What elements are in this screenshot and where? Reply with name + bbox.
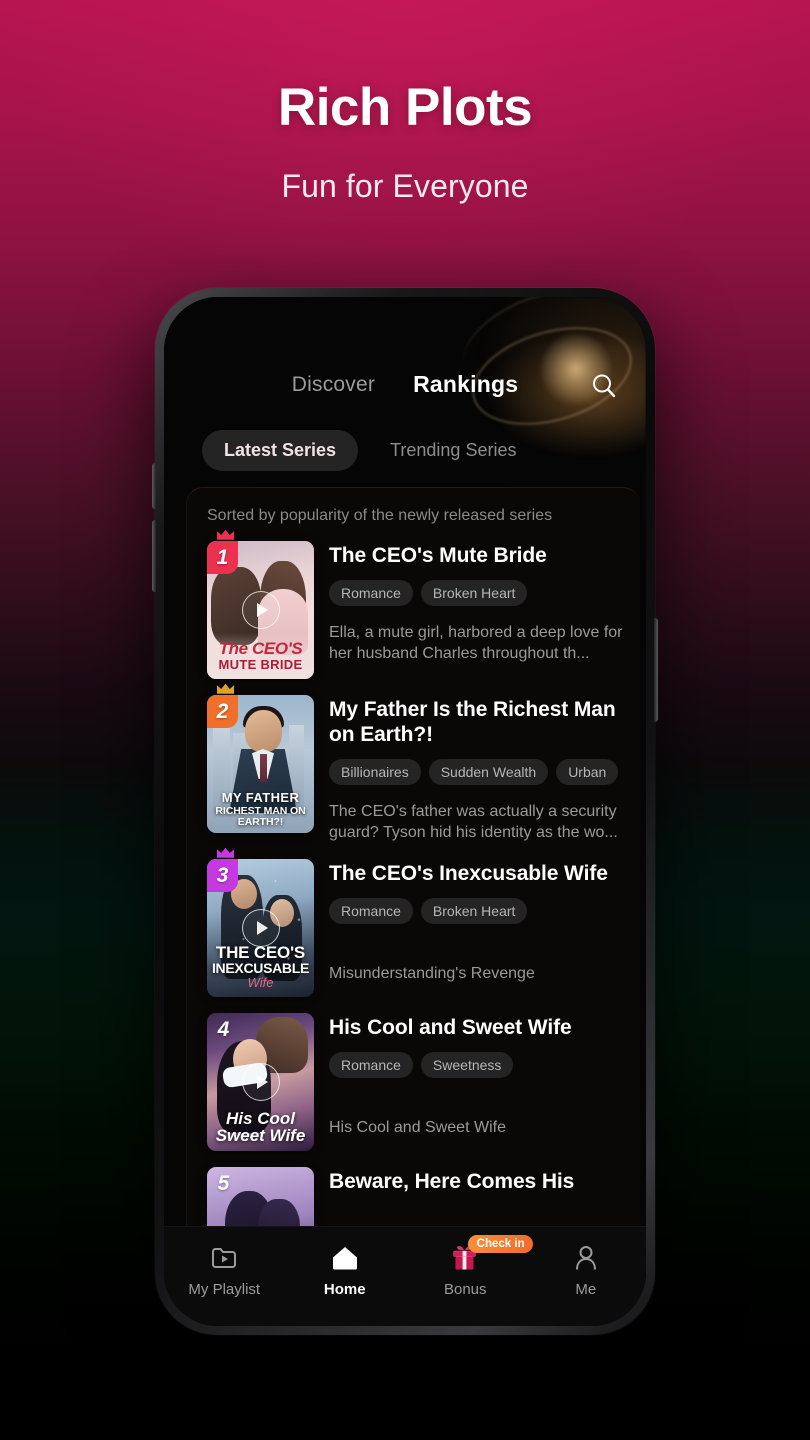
play-button[interactable] xyxy=(241,591,280,629)
nav-label: Bonus xyxy=(443,1281,487,1298)
poster-title-line: MY FATHER xyxy=(221,790,300,805)
series-tags: Billionaires Sudden Wealth Urban xyxy=(329,758,626,785)
home-icon xyxy=(331,1241,359,1275)
crown-icon xyxy=(216,529,235,540)
nav-item-me[interactable]: Me xyxy=(526,1237,647,1298)
rank-badge: 4 xyxy=(217,1017,230,1041)
tag-chip[interactable]: Romance xyxy=(329,897,413,924)
nav-label: Home xyxy=(323,1281,366,1298)
series-description: His Cool and Sweet Wife xyxy=(329,1118,506,1136)
tag-chip[interactable]: Broken Heart xyxy=(420,579,528,606)
list-item[interactable]: His Cool Sweet Wife 4 His Cool and Sweet… xyxy=(187,1009,640,1152)
series-thumbnail[interactable]: MY FATHER RICHEST MAN ON EARTH?! 2 xyxy=(207,695,314,833)
phone-device-frame: Discover Rankings Latest Series Trending… xyxy=(152,288,658,1335)
sorted-note: Sorted by popularity of the newly releas… xyxy=(207,507,553,524)
tag-chip[interactable]: Urban xyxy=(556,758,619,785)
volume-up-button[interactable] xyxy=(152,463,156,509)
series-info: The CEO's Mute Bride Romance Broken Hear… xyxy=(314,541,626,679)
tag-chip[interactable]: Broken Heart xyxy=(420,897,528,924)
series-thumbnail[interactable]: His Cool Sweet Wife 4 xyxy=(207,1013,314,1152)
check-in-badge[interactable]: Check in xyxy=(467,1235,533,1253)
tag-chip[interactable]: Billionaires xyxy=(329,758,421,785)
series-title: His Cool and Sweet Wife xyxy=(329,1016,572,1040)
tab-discover[interactable]: Discover xyxy=(292,373,375,397)
phone-screen-bezel: Discover Rankings Latest Series Trending… xyxy=(164,297,646,1326)
list-item[interactable]: MY FATHER RICHEST MAN ON EARTH?! 2 My Fa… xyxy=(187,683,640,843)
poster-title-line: MUTE BRIDE xyxy=(218,657,303,672)
person-icon xyxy=(572,1241,600,1275)
play-button[interactable] xyxy=(241,1063,280,1102)
page-title: Rich Plots xyxy=(277,78,533,137)
poster-title-line: His Cool xyxy=(226,1109,295,1129)
series-thumbnail[interactable]: The CEO'S MUTE BRIDE 1 xyxy=(207,541,314,679)
rank-badge: 2 xyxy=(207,695,238,728)
series-tags: Romance Broken Heart xyxy=(329,897,626,924)
series-tags: Romance Broken Heart xyxy=(329,579,626,606)
segment-latest-series[interactable]: Latest Series xyxy=(202,430,359,471)
series-info: My Father Is the Richest Man on Earth?! … xyxy=(314,695,626,843)
power-button[interactable] xyxy=(654,618,658,722)
series-description: Ella, a mute girl, harbored a deep love … xyxy=(329,623,623,663)
series-thumbnail[interactable]: THE CEO'S INEXCUSABLE Wife 3 xyxy=(207,859,314,998)
play-icon xyxy=(256,921,268,936)
play-icon xyxy=(256,1075,268,1090)
rank-badge: 3 xyxy=(207,859,238,893)
tag-chip[interactable]: Romance xyxy=(329,1051,413,1078)
search-button[interactable] xyxy=(587,369,621,403)
crown-icon xyxy=(216,847,235,858)
list-item[interactable]: THE CEO'S INEXCUSABLE Wife 3 The CEO's I… xyxy=(187,847,640,998)
app-screen: Discover Rankings Latest Series Trending… xyxy=(164,297,646,1326)
nav-label: Me xyxy=(575,1281,597,1298)
top-tab-bar: Discover Rankings xyxy=(164,371,646,398)
series-title: My Father Is the Richest Man on Earth?! xyxy=(329,698,616,746)
series-description: Misunderstanding's Revenge xyxy=(329,964,535,982)
series-title: The CEO's Inexcusable Wife xyxy=(329,862,608,886)
thumbnail-wrapper: The CEO'S MUTE BRIDE 1 xyxy=(207,529,314,679)
bottom-navigation-bar: My Playlist Home Check in Bonus Me xyxy=(164,1226,646,1326)
tab-rankings[interactable]: Rankings xyxy=(413,371,518,398)
list-item[interactable]: The CEO'S MUTE BRIDE 1 The CEO's Mute Br… xyxy=(187,529,640,679)
poster-title-line: Sweet Wife xyxy=(215,1126,306,1146)
poster-title-line: The CEO'S xyxy=(218,639,303,658)
poster-title-line: Wife xyxy=(247,975,274,991)
nav-item-my-playlist[interactable]: My Playlist xyxy=(164,1237,285,1298)
search-icon xyxy=(593,374,616,398)
rank-badge: 1 xyxy=(207,541,238,574)
thumbnail-wrapper: His Cool Sweet Wife 4 xyxy=(207,1013,314,1152)
nav-item-home[interactable]: Home xyxy=(285,1237,406,1298)
series-tags: Romance Sweetness xyxy=(329,1051,626,1078)
tag-chip[interactable]: Sweetness xyxy=(420,1051,514,1078)
thumbnail-wrapper: MY FATHER RICHEST MAN ON EARTH?! 2 xyxy=(207,683,314,843)
poster-title-line: RICHEST MAN ON EARTH?! xyxy=(215,805,306,828)
page-subtitle: Fun for Everyone xyxy=(281,167,529,204)
volume-down-button[interactable] xyxy=(152,520,156,592)
series-segmented-control: Latest Series Trending Series xyxy=(164,430,646,471)
series-info: His Cool and Sweet Wife Romance Sweetnes… xyxy=(314,1013,626,1151)
thumbnail-wrapper: THE CEO'S INEXCUSABLE Wife 3 xyxy=(207,847,314,998)
series-info: The CEO's Inexcusable Wife Romance Broke… xyxy=(314,859,626,997)
tag-chip[interactable]: Romance xyxy=(329,579,413,606)
play-button[interactable] xyxy=(241,909,280,948)
series-title: The CEO's Mute Bride xyxy=(329,544,547,567)
poster-title-line: INEXCUSABLE xyxy=(211,960,310,977)
playlist-folder-icon xyxy=(210,1241,238,1275)
rank-badge: 5 xyxy=(217,1171,230,1195)
series-title: Beware, Here Comes His xyxy=(329,1170,575,1194)
nav-item-bonus[interactable]: Check in Bonus xyxy=(405,1235,533,1298)
segment-trending-series[interactable]: Trending Series xyxy=(368,430,538,471)
promo-header: Rich Plots Fun for Everyone xyxy=(0,0,810,205)
nav-label: My Playlist xyxy=(188,1281,261,1298)
play-icon xyxy=(256,603,268,617)
tag-chip[interactable]: Sudden Wealth xyxy=(428,758,549,785)
series-description: The CEO's father was actually a security… xyxy=(329,802,618,841)
rankings-list-card: Sorted by popularity of the newly releas… xyxy=(186,487,640,1326)
crown-icon xyxy=(216,683,235,694)
